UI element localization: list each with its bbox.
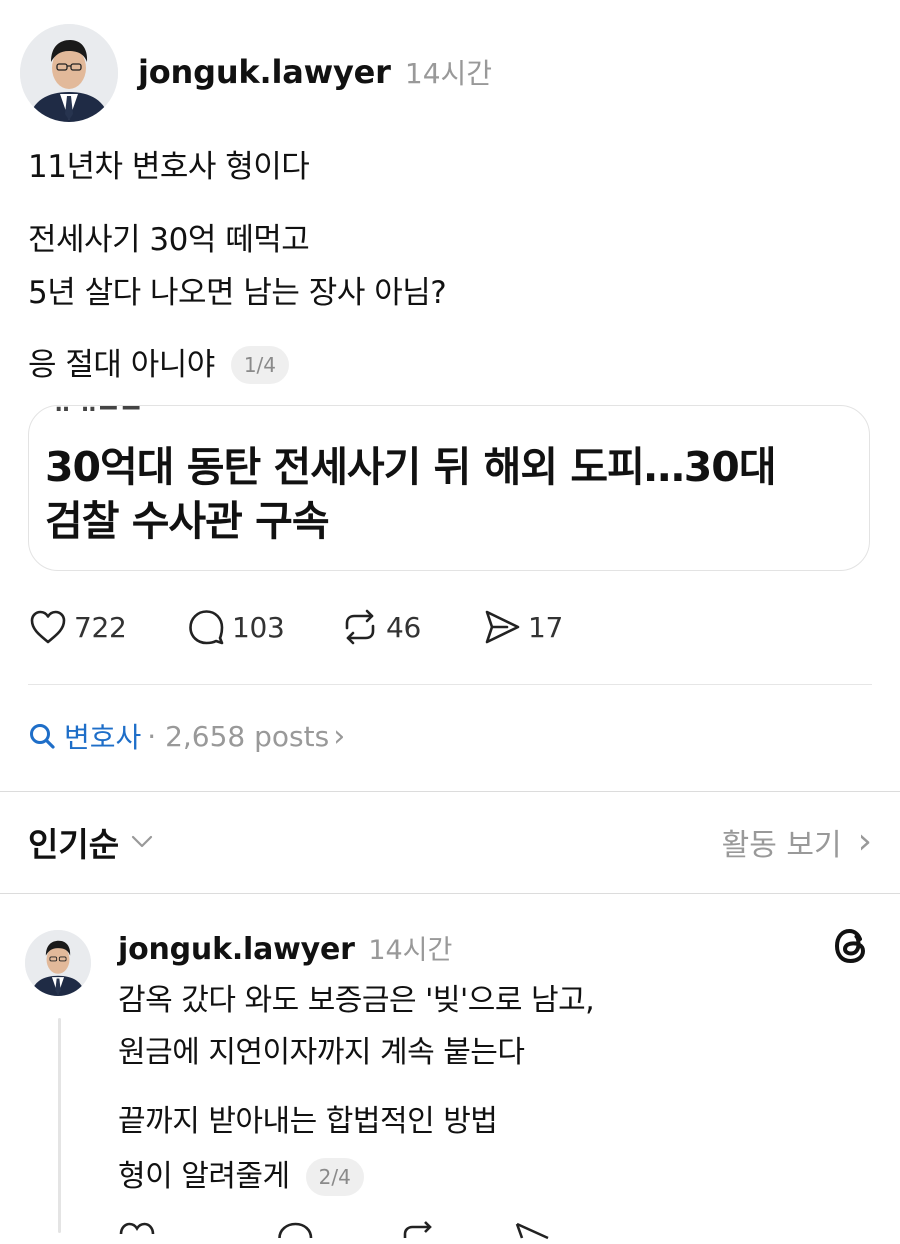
- share-button[interactable]: 17: [482, 607, 563, 647]
- post-text-line-2: 전세사기 30억 떼먹고: [28, 222, 310, 258]
- topic-post-count: · 2,658 posts: [147, 719, 330, 753]
- author-username[interactable]: jonguk.lawyer: [138, 53, 391, 91]
- post-timestamp: 14시간: [404, 57, 493, 90]
- topic-tag-row[interactable]: 변호사 · 2,658 posts ›: [28, 716, 345, 756]
- view-activity-link[interactable]: 활동 보기 ›: [722, 820, 872, 864]
- reply-comment-button[interactable]: [276, 1220, 314, 1244]
- post-text-line-1: 11년차 변호사 형이다: [28, 149, 310, 185]
- section-divider: [0, 893, 900, 894]
- repost-count: 46: [386, 610, 422, 644]
- threads-logo-icon[interactable]: [832, 926, 870, 970]
- reply-text-line-1: 감옥 갔다 와도 보증금은 '빚'으로 남고,: [118, 983, 595, 1018]
- view-activity-label: 활동 보기: [721, 828, 842, 863]
- carousel-pager: 1/4: [230, 346, 290, 384]
- heart-icon: [28, 607, 68, 647]
- repost-button[interactable]: 46: [340, 607, 421, 647]
- chevron-down-icon: [131, 835, 153, 849]
- share-count: 17: [528, 610, 564, 644]
- reply-carousel-pager: 2/4: [305, 1158, 364, 1196]
- reply-text-line-2: 원금에 지연이자까지 계속 붙는다: [118, 1035, 525, 1070]
- send-icon: [515, 1222, 549, 1240]
- thread-connector-line: [58, 1018, 61, 1233]
- comment-button[interactable]: 103: [186, 607, 285, 647]
- search-icon: [28, 722, 56, 750]
- card-cutoff-decoration: ‥ ‥▬▬: [55, 406, 144, 417]
- like-button[interactable]: 722: [28, 607, 127, 647]
- chevron-right-icon: ›: [333, 718, 346, 754]
- post-divider: [28, 684, 872, 685]
- reply-repost-button[interactable]: [398, 1220, 438, 1244]
- comment-bubble-icon: [186, 607, 226, 647]
- send-icon: [482, 607, 522, 647]
- topic-name[interactable]: 변호사: [64, 716, 141, 756]
- post-text-line-3: 5년 살다 나오면 남는 장사 아님?: [28, 275, 447, 311]
- sort-label: 인기순: [28, 825, 120, 864]
- news-link-card[interactable]: ‥ ‥▬▬ 30억대 동탄 전세사기 뒤 해외 도피…30대 검찰 수사관 구속: [28, 405, 870, 571]
- reply-text-line-4: 형이 알려줄게: [118, 1159, 290, 1194]
- chevron-right-icon: ›: [857, 821, 872, 862]
- post-text-line-4: 응 절대 아니야: [28, 347, 215, 383]
- author-avatar[interactable]: [20, 24, 118, 122]
- news-headline-line-2: 검찰 수사관 구속: [45, 497, 330, 545]
- like-count: 722: [74, 610, 127, 644]
- repost-icon: [340, 607, 380, 647]
- comment-bubble-icon: [278, 1222, 313, 1239]
- section-divider: [0, 791, 900, 792]
- news-headline-line-1: 30억대 동탄 전세사기 뒤 해외 도피…30대: [45, 443, 777, 491]
- sort-dropdown[interactable]: 인기순: [28, 818, 153, 866]
- reply-author-username[interactable]: jonguk.lawyer: [118, 932, 355, 967]
- heart-icon: [119, 1222, 155, 1235]
- reply-author-avatar[interactable]: [25, 930, 91, 996]
- comment-count: 103: [232, 610, 285, 644]
- reply-share-button[interactable]: [512, 1220, 552, 1244]
- reply-text-line-3: 끝까지 받아내는 합법적인 방법: [118, 1104, 498, 1139]
- reply-like-button[interactable]: [118, 1220, 156, 1244]
- reply-timestamp: 14시간: [368, 935, 453, 966]
- repost-icon: [403, 1221, 432, 1238]
- news-headline: 30억대 동탄 전세사기 뒤 해외 도피…30대 검찰 수사관 구속: [45, 440, 857, 548]
